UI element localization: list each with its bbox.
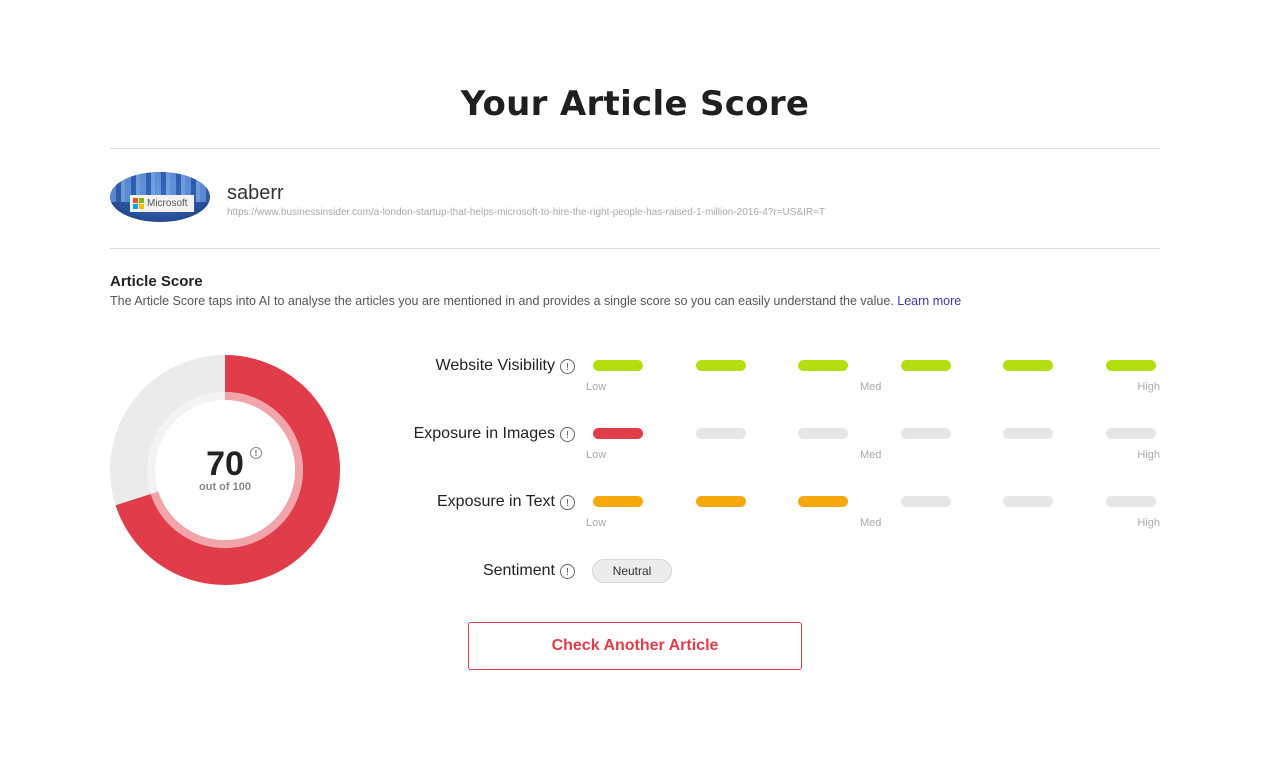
section-description: The Article Score taps into AI to analys… (110, 294, 961, 308)
sentiment-badge: Neutral (592, 559, 672, 583)
scale-low: Low (586, 517, 607, 529)
level-bar-inactive (695, 428, 746, 439)
level-bar-active (1003, 360, 1053, 371)
level-bar-active (593, 496, 643, 507)
metric-bars (593, 496, 1156, 507)
level-bar-active (593, 428, 643, 439)
info-icon[interactable]: ! (249, 447, 262, 459)
scale-low: Low (586, 449, 607, 461)
level-bar-active (798, 496, 848, 507)
level-bar-active (695, 360, 746, 371)
source-name: saberr (227, 182, 284, 204)
divider (110, 148, 1160, 149)
metric-label-wrap: Website Visibility ! (105, 357, 575, 375)
check-another-article-button[interactable]: Check Another Article (468, 622, 802, 670)
sentiment-label-wrap: Sentiment ! (105, 562, 575, 580)
level-bar-inactive (1003, 496, 1053, 507)
scale-high: High (1137, 449, 1160, 461)
section-title: Article Score (110, 273, 203, 290)
source-url[interactable]: https://www.businessinsider.com/a-london… (227, 207, 825, 218)
scale-med: Med (860, 381, 882, 393)
info-icon[interactable]: ! (560, 426, 575, 442)
level-bar-inactive (1105, 428, 1156, 439)
level-bar-inactive (1105, 496, 1156, 507)
score-value-wrap: 70 ! (206, 445, 262, 483)
metric-label: Exposure in Text (437, 493, 555, 510)
level-bar-inactive (1003, 428, 1053, 439)
page-title: Your Article Score (460, 84, 810, 124)
metric-label: Website Visibility (435, 357, 555, 374)
level-bar-active (695, 496, 746, 507)
scale-low: Low (586, 381, 607, 393)
scale-med: Med (860, 517, 882, 529)
sentiment-label: Sentiment (482, 562, 555, 579)
level-bar-inactive (900, 496, 951, 507)
microsoft-logo-icon (133, 198, 144, 209)
divider (110, 248, 1160, 249)
info-icon[interactable]: ! (560, 494, 575, 510)
info-icon[interactable]: ! (560, 358, 575, 374)
metric-label-wrap: Exposure in Images ! (105, 425, 575, 443)
metric-label: Exposure in Images (413, 425, 555, 442)
section-description-text: The Article Score taps into AI to analys… (110, 294, 894, 308)
microsoft-banner: Microsoft (130, 195, 194, 212)
metric-bars (593, 360, 1156, 371)
level-bar-active (593, 360, 643, 371)
level-bar-inactive (798, 428, 848, 439)
info-icon[interactable]: ! (560, 563, 575, 579)
score-value: 70 (206, 445, 244, 483)
metric-label-wrap: Exposure in Text ! (105, 493, 575, 511)
level-bar-inactive (900, 428, 951, 439)
scale-med: Med (860, 449, 882, 461)
scale-high: High (1137, 517, 1160, 529)
level-bar-active (798, 360, 848, 371)
banner-text: Microsoft (147, 198, 188, 209)
level-bar-active (900, 360, 951, 371)
level-bar-active (1105, 360, 1156, 371)
learn-more-link[interactable]: Learn more (897, 294, 961, 308)
metric-bars (593, 428, 1156, 439)
scale-high: High (1137, 381, 1160, 393)
score-display: 70 ! out of 100 (160, 445, 290, 493)
article-thumbnail: Microsoft (110, 172, 210, 222)
